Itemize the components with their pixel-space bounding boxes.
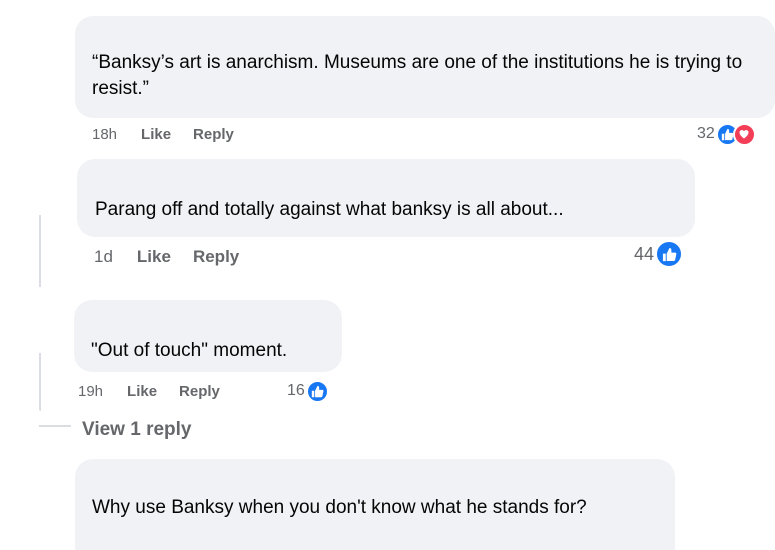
reaction-count: 16 bbox=[287, 382, 305, 399]
reaction-count: 32 bbox=[697, 125, 715, 142]
like-reaction-icon bbox=[655, 240, 684, 268]
comment-bubble: Why use Banksy when you don't know what … bbox=[75, 459, 675, 550]
thread-line bbox=[39, 425, 71, 427]
like-button[interactable]: Like bbox=[137, 247, 171, 267]
reply-button[interactable]: Reply bbox=[193, 126, 234, 143]
view-replies-link[interactable]: View 1 reply bbox=[82, 419, 192, 441]
reaction-summary[interactable]: 32 bbox=[697, 122, 756, 146]
comment-text: “Banksy’s art is anarchism. Museums are … bbox=[92, 52, 743, 99]
thread-line bbox=[39, 353, 41, 411]
comment-text: Why use Banksy when you don't know what … bbox=[92, 497, 587, 518]
like-reaction-icon bbox=[305, 379, 329, 403]
comment-bubble: "Out of touch" moment. bbox=[74, 300, 342, 372]
comment-text: Parang off and totally against what bank… bbox=[95, 199, 564, 220]
comment-actions: 19h Like Reply bbox=[78, 381, 220, 401]
comment-text: "Out of touch" moment. bbox=[91, 340, 288, 361]
reaction-count: 44 bbox=[634, 243, 655, 264]
comment-bubble: “Banksy’s art is anarchism. Museums are … bbox=[75, 16, 775, 118]
like-button[interactable]: Like bbox=[141, 126, 171, 143]
reply-button[interactable]: Reply bbox=[193, 247, 239, 267]
comment-timestamp[interactable]: 18h bbox=[92, 126, 117, 143]
comment-actions: 1d Like Reply bbox=[94, 247, 239, 267]
reply-button[interactable]: Reply bbox=[179, 383, 220, 400]
reaction-summary[interactable]: 44 bbox=[634, 240, 684, 268]
comment-timestamp[interactable]: 19h bbox=[78, 383, 103, 400]
like-button[interactable]: Like bbox=[127, 383, 157, 400]
comment-bubble: Parang off and totally against what bank… bbox=[77, 159, 695, 237]
thread-line bbox=[39, 215, 41, 287]
love-reaction-icon bbox=[732, 122, 756, 146]
comment-actions: 18h Like Reply bbox=[92, 124, 234, 144]
reaction-summary[interactable]: 16 bbox=[287, 379, 329, 403]
comment-timestamp[interactable]: 1d bbox=[94, 247, 113, 267]
